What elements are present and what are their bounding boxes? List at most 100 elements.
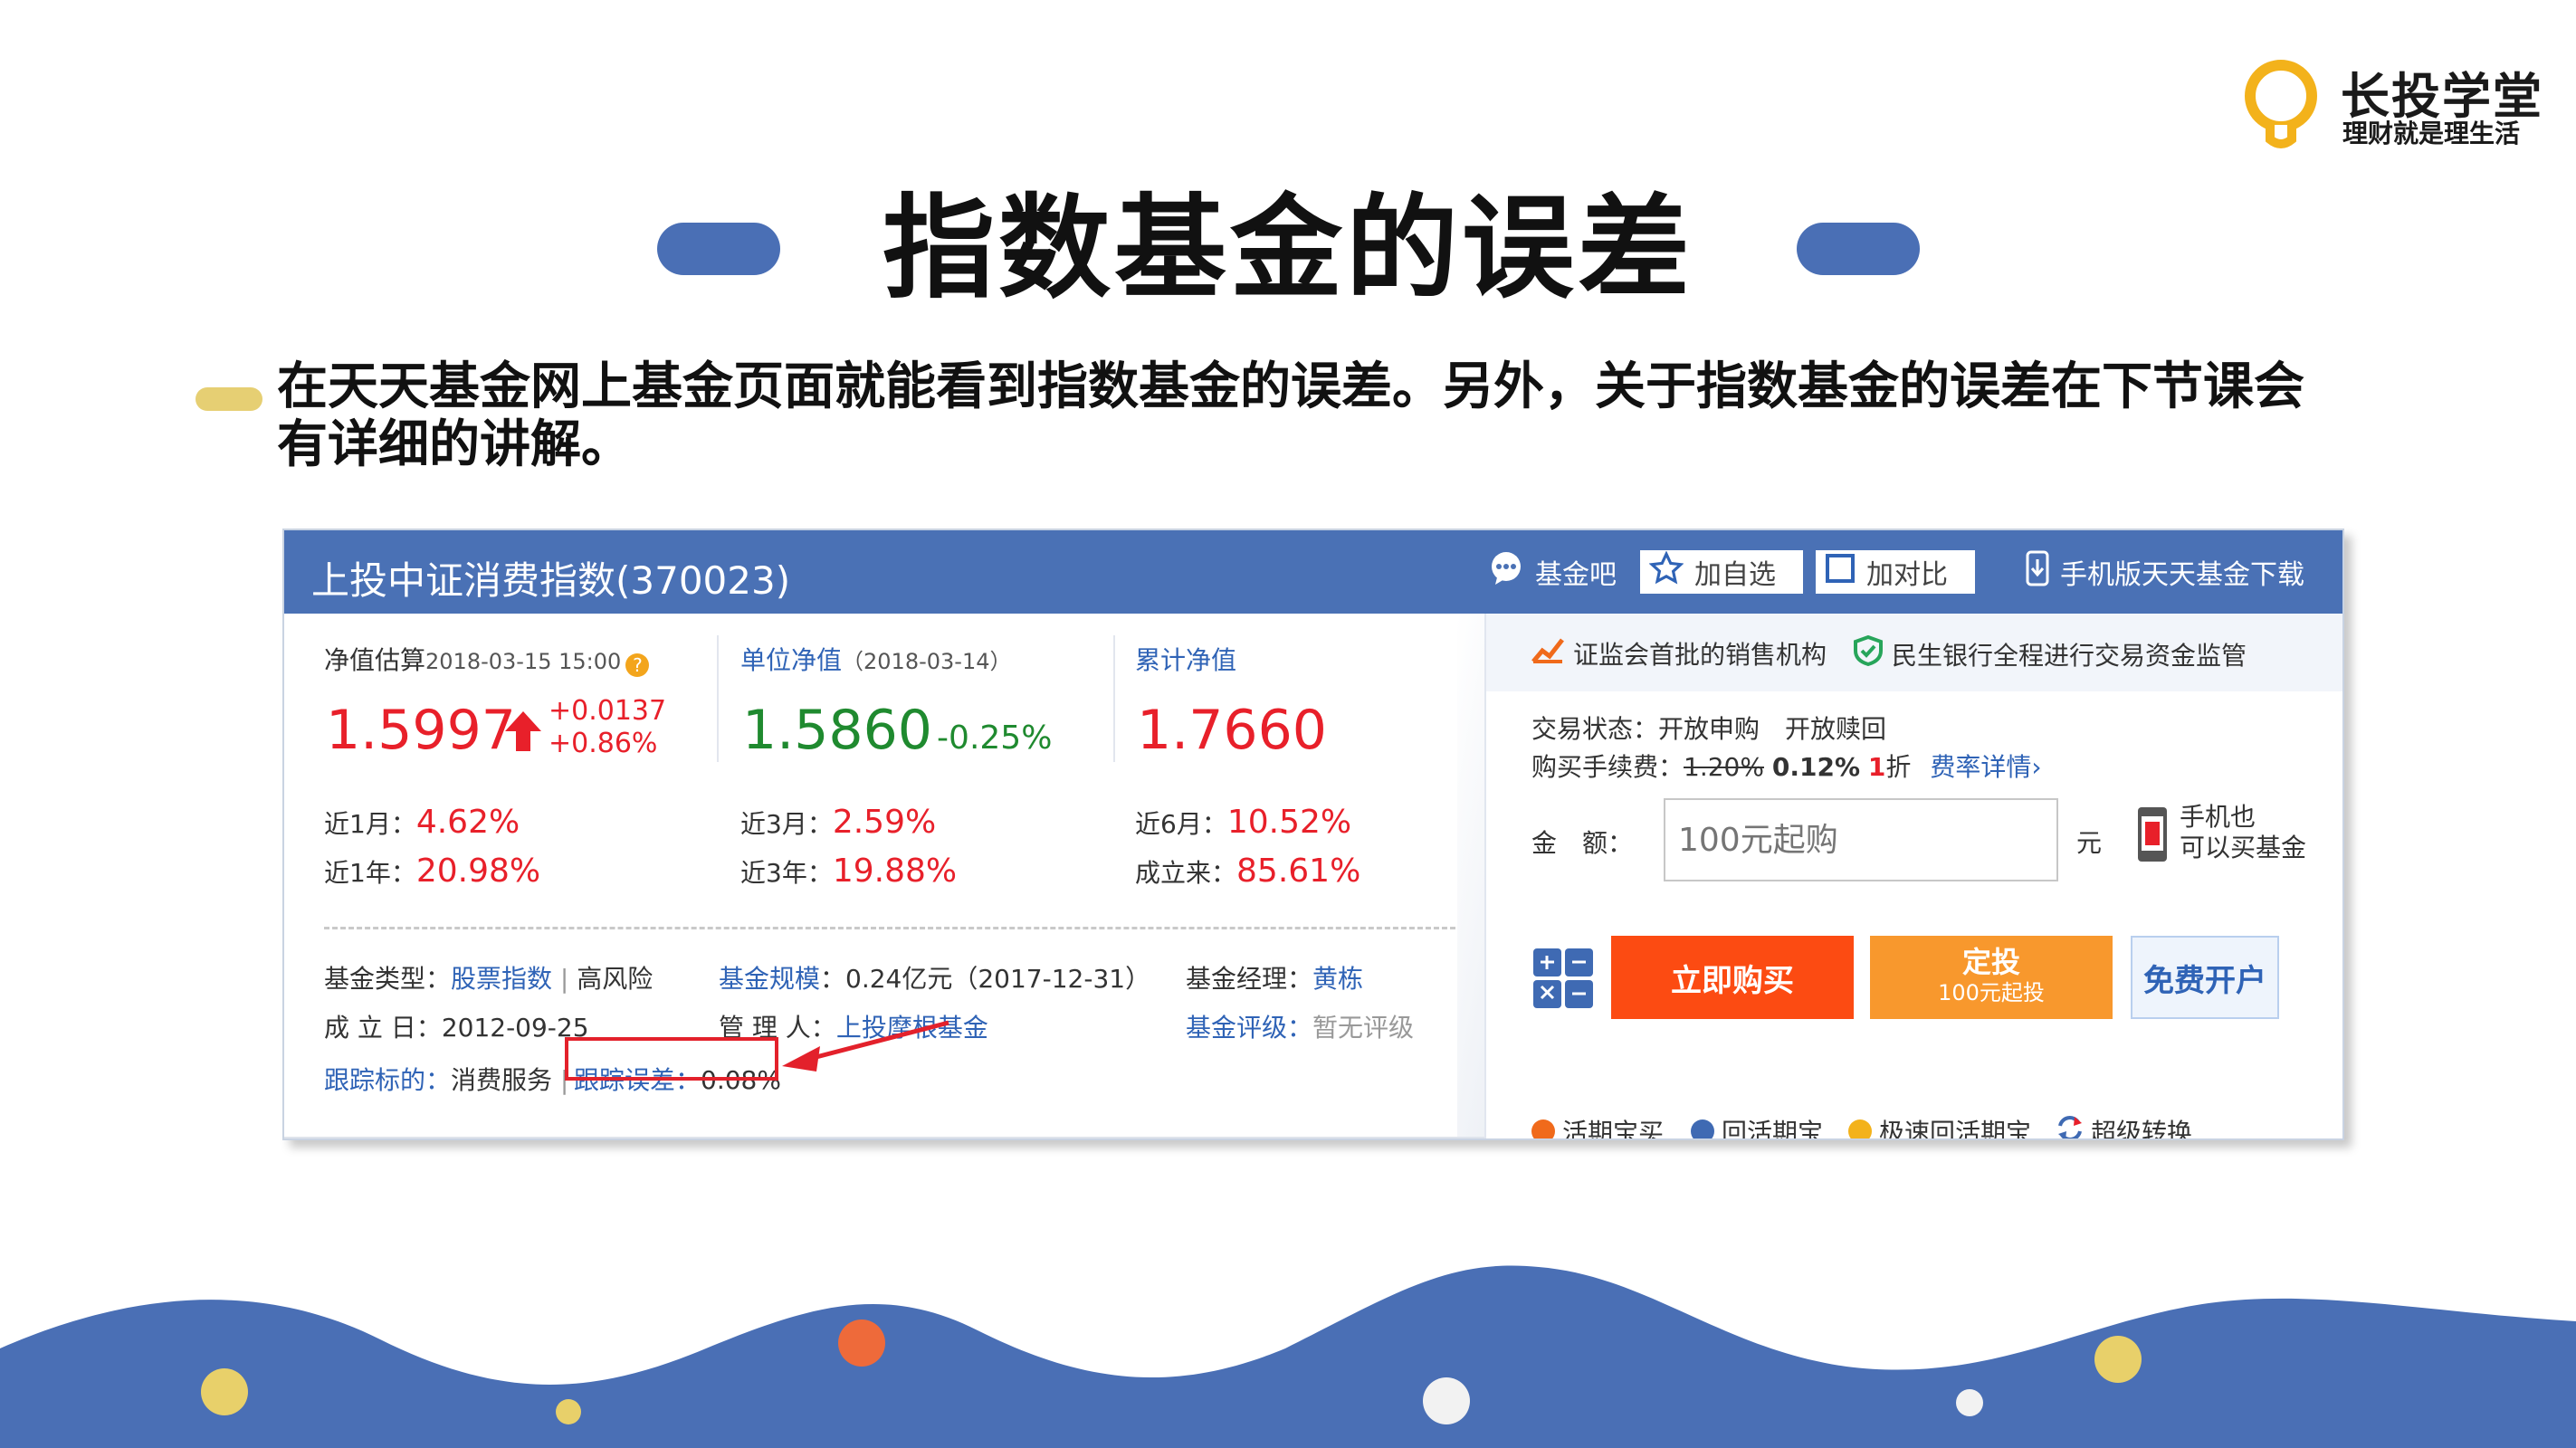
deco-circle [838,1319,885,1367]
mobile-hint-line1: 手机也 [2180,802,2256,832]
swap-arrows-icon [2056,1115,2084,1138]
deco-circle [1423,1377,1470,1424]
dashed-divider [324,927,1455,929]
slide-title: 指数基金的误差 [882,184,1693,314]
status-redeem: 开放赎回 [1785,714,1887,744]
tracking-target-label[interactable]: 跟踪标的： [324,1065,451,1095]
lightbulb-logo-icon [2245,60,2317,148]
badge-bank-label: 民生银行全程进行交易资金监管 [1892,640,2247,671]
brand-slogan: 理财就是理生活 [2342,119,2521,148]
open-account-button[interactable]: 免费开户 [2131,936,2279,1019]
return-label: 近3年： [740,858,833,888]
return-label: 近6月： [1135,809,1227,839]
fund-screenshot: 上投中证消费指数(370023) 基金吧 加自选 加对比 手机版天天基金下载 净… [282,529,2344,1140]
mobile-hint-line2: 可以买基金 [2180,833,2307,862]
mobile-download-link[interactable]: 手机版天天基金下载 [2026,550,2304,594]
buy-now-label: 立即购买 [1671,962,1794,999]
fee-discount-unit: 折 [1885,752,1912,782]
chevron-right-icon: › [2031,752,2042,782]
return-value: 4.62% [415,804,520,841]
cum-nav-value: 1.7660 [1137,699,1327,762]
manager-row: 基金经理：黄栋 [1186,959,1363,996]
badge-csrc: 证监会首批的销售机构 [1531,635,1827,672]
amount-input[interactable] [1664,798,2058,881]
rating-row: 基金评级：暂无评级 [1186,1008,1414,1044]
open-account-label: 免费开户 [2143,962,2266,999]
add-compare-button[interactable]: 加对比 [1816,550,1975,594]
manager-label: 基金经理： [1186,964,1313,994]
return-value: 2.59% [832,804,937,841]
add-watchlist-button[interactable]: 加自选 [1640,550,1803,594]
phone-download-icon [2026,550,2049,594]
calculator-icon[interactable] [1533,948,1593,1012]
estimate-date: 2018-03-15 15:00 [425,649,622,674]
deco-circle [201,1368,248,1415]
intro-text: 在天天基金网上基金页面就能看到指数基金的误差。另外，关于指数基金的误差在下节课会… [277,357,2304,474]
trade-status-label: 交易状态： [1531,714,1659,744]
fee-discount: 1 [1867,752,1886,782]
deco-circle [2094,1336,2142,1383]
deco-circle [556,1399,581,1424]
unit-nav-header: 单位净值（2018-03-14） [740,641,1012,677]
estimate-label: 净值估算 [324,645,426,675]
chat-bubble-icon [1488,550,1524,594]
fee-detail-label: 费率详情 [1930,752,2032,782]
return-label: 成立来： [1135,858,1237,888]
trust-badges: 证监会首批的销售机构 民生银行全程进行交易资金监管 [1486,614,2342,691]
badge-csrc-label: 证监会首批的销售机构 [1573,640,1827,670]
return-value: 10.52% [1226,804,1352,841]
rating-label[interactable]: 基金评级： [1186,1013,1312,1043]
feature-label: 超级转换 [2091,1118,2193,1140]
feature-link[interactable]: 极速回活期宝 [1848,1113,2031,1138]
inception-label: 成 立 日： [324,1013,442,1043]
risk-level: 高风险 [577,964,654,994]
qr-phone-icon [2136,805,2169,867]
feature-link[interactable]: 超级转换 [2056,1113,2193,1140]
fund-title: 上投中证消费指数(370023) [311,558,791,603]
fund-size-label[interactable]: 基金规模 [719,964,820,994]
return-label: 近1年： [324,858,416,888]
shield-check-icon [1854,634,1883,672]
return-item: 近3年：19.88% [740,853,957,890]
divider [1113,635,1115,762]
return-item: 成立来：85.61% [1135,853,1360,890]
return-item: 近1月：4.62% [324,804,520,841]
estimate-value: 1.5997 [326,699,516,762]
unit-nav-change: -0.25% [937,719,1053,757]
feature-link[interactable]: 活期宝买 [1531,1113,1665,1140]
manager-link[interactable]: 黄栋 [1312,964,1363,994]
unit-nav-value-group: 1.5860 -0.25% [742,699,1052,762]
fund-type-label: 基金类型： [324,964,452,994]
estimate-change-pct: +0.86% [549,728,658,759]
unit-nav-value: 1.5860 [742,699,932,762]
help-icon[interactable]: ? [625,653,650,677]
fund-type-row: 基金类型：股票指数 | 高风险 [324,964,654,994]
feature-label: 回活期宝 [1722,1118,1824,1140]
fund-type-link[interactable]: 股票指数 [451,964,552,994]
estimate-header: 净值估算2018-03-15 15:00 ? [324,641,650,677]
fund-size-row: 基金规模：0.24亿元（2017-12-31） [719,959,1150,996]
add-compare-label: 加对比 [1866,559,1948,591]
mobile-download-label: 手机版天天基金下载 [2060,559,2304,591]
unit-nav-label[interactable]: 单位净值 [740,645,842,675]
fee-detail-link[interactable]: 费率详情› [1930,752,2041,782]
feature-label: 活期宝买 [1562,1118,1665,1140]
fund-forum-button[interactable]: 基金吧 [1488,550,1617,594]
feature-link[interactable]: 回活期宝 [1691,1113,1824,1140]
return-label: 近1月： [324,809,416,839]
auto-invest-button[interactable]: 定投 100元起投 [1870,936,2113,1019]
return-value: 20.98% [415,853,541,890]
fee-row: 购买手续费：1.20% 0.12% 1折 费率详情› [1531,748,2042,784]
return-item: 近6月：10.52% [1135,804,1351,841]
deco-circle [1956,1389,1983,1416]
auto-invest-sub: 100元起投 [1938,980,2045,1005]
coin-icon [1691,1119,1714,1138]
section-footer [284,1137,1484,1138]
unit-nav-date: （2018-03-14） [842,649,1012,674]
return-item: 近1年：20.98% [324,853,540,890]
trade-section: 证监会首批的销售机构 民生银行全程进行交易资金监管 交易状态：开放申购 开放赎回… [1484,614,2342,1140]
cum-nav-label[interactable]: 累计净值 [1135,641,1236,677]
buy-now-button[interactable]: 立即购买 [1611,936,1854,1019]
coin-icon [1531,1119,1555,1138]
estimate-change-value: +0.0137 [549,695,667,727]
